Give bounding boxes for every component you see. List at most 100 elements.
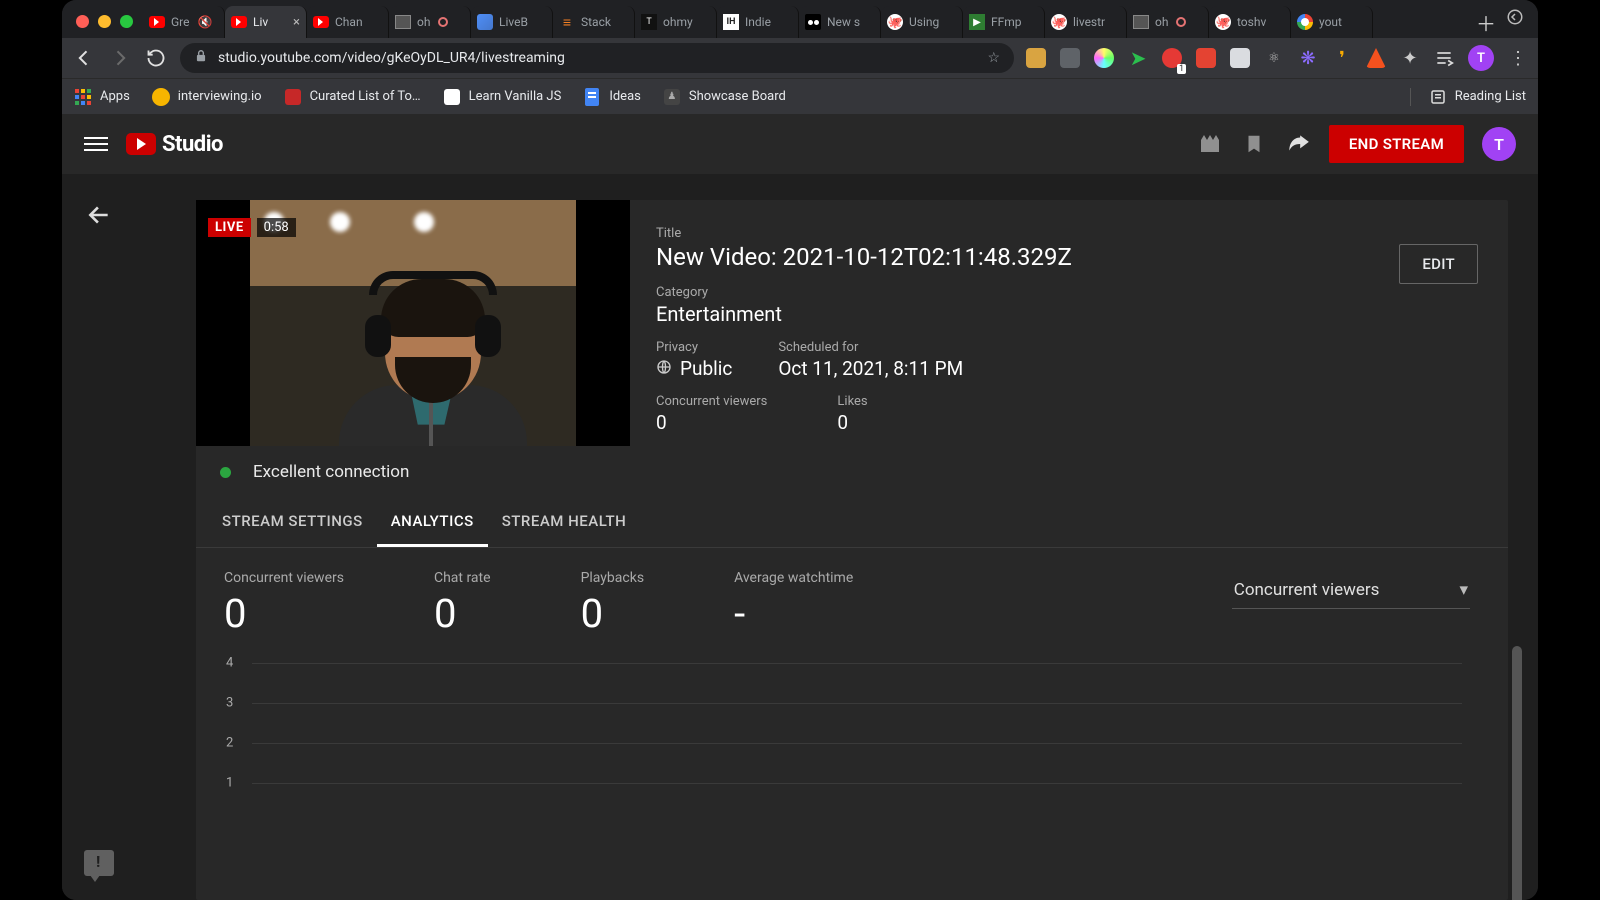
avatar-initial: T [1477,51,1485,66]
ext-icon-green[interactable]: ➤ [1128,48,1148,68]
ext-icon-page[interactable] [1230,48,1250,68]
tab-title: Using [909,15,939,29]
address-bar[interactable]: studio.youtube.com/video/gKeOyDL_UR4/liv… [180,43,1014,73]
minimize-window-icon[interactable] [98,15,111,28]
ext-icon-comma[interactable]: ❜ [1332,48,1352,68]
stream-panel: CAT LIVE 0:58 Title [196,200,1508,900]
browser-tab[interactable]: New s [799,6,881,38]
browser-tab[interactable]: IHIndie [717,6,799,38]
browser-tab[interactable]: ▶FFmp [963,6,1045,38]
connection-status: Excellent connection [196,446,1508,498]
ext-icon-purple[interactable]: ❋ [1298,48,1318,68]
chart-gridline [252,743,1462,744]
browser-tab[interactable]: LiveB [471,6,553,38]
share-icon[interactable] [1285,131,1311,157]
page-body: Studio END STREAM T [62,114,1538,900]
bookmark-star-icon[interactable]: ☆ [987,50,1000,66]
tab-analytics[interactable]: ANALYTICS [377,498,488,547]
chart-gridline [252,703,1462,704]
stream-elapsed-time: 0:58 [257,218,296,237]
scheduled-value: Oct 11, 2021, 8:11 PM [778,357,963,380]
browser-tab[interactable]: ≡Stack [553,6,635,38]
metric-playbacks-label: Playbacks [581,570,645,586]
ext-icon-orange[interactable] [1366,48,1386,68]
browser-tab[interactable]: Gre🔇 [143,6,225,38]
reading-list-label: Reading List [1455,89,1526,104]
maximize-window-icon[interactable] [120,15,133,28]
feedback-icon[interactable] [84,850,114,876]
analytics-chart: 1234 [226,663,1462,783]
chrome-menu-icon[interactable]: ⋮ [1508,48,1528,68]
metric-chat-value: 0 [434,590,491,637]
chart-gridline [252,783,1462,784]
edit-button[interactable]: EDIT [1399,244,1478,284]
browser-tab[interactable]: 🐙toshv [1209,6,1291,38]
new-tab-button[interactable]: ＋ [1472,8,1500,36]
webcam-scene: CAT [250,200,576,446]
category-label: Category [656,285,1379,300]
bookmark-item[interactable]: Ideas [583,88,641,106]
back-button[interactable] [72,46,96,70]
scrollbar[interactable] [1510,234,1524,842]
tab-title: Liv [253,15,268,29]
hamburger-menu-icon[interactable] [84,132,108,156]
back-arrow-icon[interactable] [86,202,112,234]
browser-tab[interactable]: oh [1127,6,1209,38]
close-tab-icon[interactable]: × [293,15,300,30]
ext-icon-todoist[interactable] [1196,48,1216,68]
browser-tab[interactable]: Tohmy [635,6,717,38]
bookmark-favicon [152,88,170,106]
tab-favicon [231,14,247,30]
y-axis-tick: 4 [226,656,233,671]
ext-icon-atom[interactable]: ⚛ [1264,48,1284,68]
tab-title: ohmy [663,15,693,29]
tab-title: Gre [171,15,190,29]
ext-icon-color[interactable] [1094,48,1114,68]
browser-tab[interactable]: Chan [307,6,389,38]
tab-favicon: ≡ [559,14,575,30]
browser-tab[interactable]: Liv × [225,6,307,38]
bookmark-item[interactable]: Apps [74,88,130,106]
ext-icon-adblock[interactable]: 1 [1162,48,1182,68]
tab-stream-health[interactable]: STREAM HEALTH [488,498,641,547]
lock-icon [194,49,208,67]
studio-logo[interactable]: Studio [126,132,223,157]
profile-avatar[interactable]: T [1468,45,1494,71]
bookmark-label: Curated List of To… [310,89,421,104]
tabstrip-overflow-icon[interactable] [1506,8,1524,30]
ext-icon-pocket[interactable] [1060,48,1080,68]
account-avatar[interactable]: T [1482,127,1516,161]
bookmark-item[interactable]: Learn Vanilla JS [443,88,562,106]
tab-stream-settings[interactable]: STREAM SETTINGS [208,498,377,547]
chevron-down-icon: ▾ [1459,580,1468,600]
analytics-tabs: STREAM SETTINGS ANALYTICS STREAM HEALTH [196,498,1508,548]
extensions-menu-icon[interactable]: ✦ [1400,48,1420,68]
browser-tab[interactable]: 🐙Using [881,6,963,38]
end-stream-button[interactable]: END STREAM [1329,125,1464,163]
metric-concurrent-value: 0 [224,590,344,637]
stream-title: New Video: 2021-10-12T02:11:48.329Z [656,243,1379,271]
browser-tab[interactable]: oh [389,6,471,38]
reading-list-icon[interactable] [1434,48,1454,68]
metric-concurrent-label: Concurrent viewers [224,570,344,586]
clapperboard-icon[interactable] [1197,131,1223,157]
scrollbar-thumb[interactable] [1512,646,1522,900]
stream-preview[interactable]: CAT LIVE 0:58 [196,200,630,446]
bookmark-icon[interactable] [1241,131,1267,157]
close-window-icon[interactable] [76,15,89,28]
tab-favicon: ▶ [969,14,985,30]
bookmark-favicon [443,88,461,106]
bookmark-item[interactable]: Curated List of To… [284,88,421,106]
reload-button[interactable] [144,46,168,70]
tab-favicon [313,14,329,30]
studio-topbar: Studio END STREAM T [62,114,1538,174]
bookmark-item[interactable]: interviewing.io [152,88,262,106]
reading-list-button[interactable]: Reading List [1410,88,1526,106]
browser-tab[interactable]: 🐙livestr [1045,6,1127,38]
extensions-tray: ➤ 1 ⚛ ❋ ❜ ✦ T ⋮ [1026,45,1528,71]
chart-metric-selector[interactable]: Concurrent viewers ▾ [1232,576,1470,609]
forward-button[interactable] [108,46,132,70]
ext-icon-sticky[interactable] [1026,48,1046,68]
browser-tab[interactable]: yout [1291,6,1373,38]
bookmark-item[interactable]: ♟Showcase Board [663,88,786,106]
